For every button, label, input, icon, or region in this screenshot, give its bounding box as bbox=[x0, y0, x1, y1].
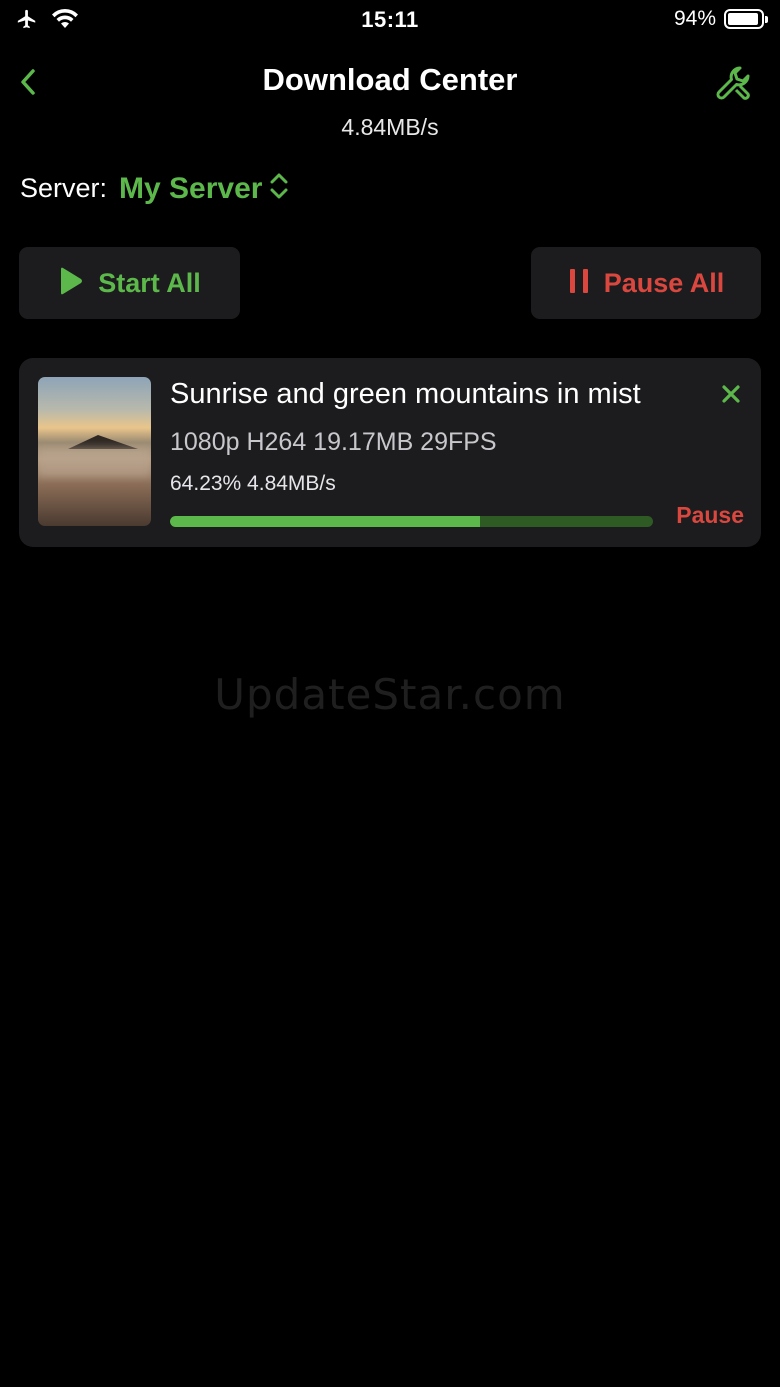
download-progress-text: 64.23% 4.84MB/s bbox=[170, 472, 336, 495]
chevron-up-down-icon bbox=[268, 170, 290, 207]
battery-cap bbox=[765, 16, 768, 23]
pause-all-label: Pause All bbox=[603, 267, 725, 298]
pause-icon bbox=[568, 267, 590, 300]
battery-icon bbox=[724, 9, 768, 29]
server-value: My Server bbox=[119, 171, 263, 205]
server-row: Server: My Server bbox=[20, 170, 290, 207]
pause-all-button[interactable]: Pause All bbox=[531, 247, 761, 319]
download-title: Sunrise and green mountains in mist bbox=[170, 378, 641, 410]
close-icon bbox=[721, 384, 741, 409]
battery-fill bbox=[728, 13, 759, 25]
status-right: 94% bbox=[673, 7, 768, 31]
server-label: Server: bbox=[20, 173, 108, 203]
download-item[interactable]: Sunrise and green mountains in mist 1080… bbox=[19, 358, 761, 547]
status-bar: 15:11 94% bbox=[0, 0, 780, 40]
total-speed: 4.84MB/s bbox=[341, 114, 439, 140]
thumbnail-mist bbox=[38, 447, 151, 477]
settings-button[interactable] bbox=[712, 64, 756, 108]
watermark: UpdateStar.com bbox=[214, 670, 566, 719]
page-title: Download Center bbox=[262, 62, 518, 97]
start-all-label: Start All bbox=[98, 267, 201, 298]
wrench-icon bbox=[714, 64, 754, 109]
download-meta: 1080p H264 19.17MB 29FPS bbox=[170, 428, 497, 456]
start-all-button[interactable]: Start All bbox=[19, 247, 240, 319]
play-icon bbox=[58, 266, 84, 301]
status-time: 15:11 bbox=[361, 7, 419, 32]
video-thumbnail bbox=[38, 377, 151, 526]
download-progress-bar bbox=[170, 516, 653, 527]
server-selector[interactable]: My Server bbox=[119, 170, 290, 207]
download-center-screen: 15:11 94% Download Center 4.84MB/s Serve… bbox=[0, 0, 780, 1387]
remove-download-button[interactable] bbox=[715, 380, 747, 412]
pause-download-button[interactable]: Pause bbox=[676, 502, 744, 529]
battery-percent: 94% bbox=[673, 7, 716, 30]
download-progress-fill bbox=[170, 516, 481, 527]
